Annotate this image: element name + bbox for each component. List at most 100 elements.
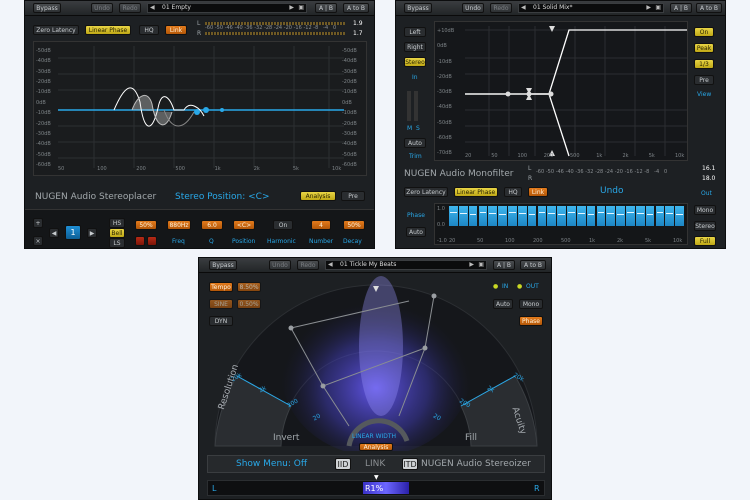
- preset-menu-icon[interactable]: ▣: [655, 4, 661, 12]
- a-to-b-button[interactable]: A to B: [696, 3, 722, 13]
- left-button[interactable]: Left: [404, 27, 426, 37]
- mono-button[interactable]: Mono: [694, 205, 716, 215]
- freq-tick: 2k: [253, 166, 260, 172]
- freq-value[interactable]: 880Hz: [167, 220, 191, 230]
- undo-button[interactable]: Undo: [462, 3, 484, 13]
- phase-freq-tick: 500: [561, 238, 571, 244]
- ls-button[interactable]: LS: [109, 238, 125, 248]
- a-to-b-button[interactable]: A to B: [520, 260, 546, 270]
- redo-button[interactable]: Redo: [490, 3, 512, 13]
- balance-value: R1%: [365, 484, 384, 493]
- on-button[interactable]: On: [694, 27, 714, 37]
- phase-freq-tick: 50: [477, 238, 484, 244]
- amount-value[interactable]: 50%: [135, 220, 157, 230]
- auto-trim-button[interactable]: Auto: [404, 138, 426, 148]
- preset-prev-icon[interactable]: ◀: [150, 4, 155, 12]
- preset-next-icon[interactable]: ▶: [289, 4, 294, 12]
- ab-button[interactable]: A | B: [670, 3, 692, 13]
- third-octave-button[interactable]: 1/3: [694, 59, 714, 69]
- phase-bar-tick: [499, 214, 506, 215]
- bypass-button[interactable]: Bypass: [33, 3, 61, 13]
- input-meter: [407, 91, 411, 121]
- phase-bar-tick: [489, 213, 497, 214]
- eq-graph[interactable]: -50dB -40dB -30dB -20dB -10dB 0dB -10dB -20dB -3…: [33, 41, 367, 176]
- stereo-button[interactable]: Stereo: [404, 57, 426, 67]
- number-value[interactable]: 4: [311, 220, 331, 230]
- link-button[interactable]: Link: [165, 25, 187, 35]
- phase-freq-tick: 2k: [617, 238, 624, 244]
- bell-button[interactable]: Bell: [109, 228, 125, 238]
- fill-label[interactable]: Fill: [465, 433, 477, 443]
- band-controls: + × ◀ 1 ▶ HS Bell LS 50% 880Hz Freq 6.0 …: [25, 209, 374, 248]
- invert-label[interactable]: Invert: [273, 433, 299, 443]
- phase-bars: [449, 206, 685, 228]
- band-number[interactable]: 1: [65, 225, 81, 240]
- stereo-out-button[interactable]: Stereo: [694, 221, 716, 231]
- mono-graph[interactable]: +10dB 0dB -10dB -20dB -30dB -40dB -50dB -60dB -7…: [434, 21, 688, 161]
- iid-button[interactable]: IID: [335, 458, 351, 470]
- s-label: S: [416, 125, 420, 132]
- freq-tick: 500: [175, 166, 185, 172]
- balance-marker-icon: ▼: [374, 474, 379, 481]
- preset-menu-icon[interactable]: ▣: [298, 4, 304, 12]
- phase-auto-button[interactable]: Auto: [406, 227, 426, 237]
- preset-prev-icon[interactable]: ◀: [328, 261, 333, 269]
- preset-menu-icon[interactable]: ▣: [478, 261, 484, 269]
- add-band-button[interactable]: +: [33, 218, 43, 228]
- amount-left-button[interactable]: [135, 236, 145, 246]
- decay-value[interactable]: 50%: [343, 220, 365, 230]
- peak-button[interactable]: Peak: [694, 43, 714, 53]
- phase-tick: 1.0: [437, 206, 445, 212]
- redo-button[interactable]: Redo: [297, 260, 319, 270]
- hq-button[interactable]: HQ: [504, 187, 522, 197]
- phase-bar: [527, 206, 537, 226]
- position-value[interactable]: <C>: [233, 220, 255, 230]
- show-menu-toggle[interactable]: Show Menu: Off: [236, 459, 307, 469]
- arc-tick-right: 20: [431, 412, 442, 423]
- next-band-button[interactable]: ▶: [87, 228, 97, 238]
- meter-tick: -24: [273, 25, 283, 31]
- link-toggle[interactable]: LINK: [365, 459, 385, 469]
- full-button[interactable]: Full: [694, 236, 716, 246]
- undo-button[interactable]: Undo: [91, 3, 113, 13]
- preset-next-icon[interactable]: ▶: [469, 261, 474, 269]
- harmonic-value[interactable]: On: [273, 220, 293, 230]
- right-button[interactable]: Right: [404, 42, 426, 52]
- delete-band-button[interactable]: ×: [33, 236, 43, 246]
- zero-latency-button[interactable]: Zero Latency: [404, 187, 448, 197]
- analysis-button[interactable]: Analysis: [300, 191, 336, 201]
- phase-bar: [635, 206, 645, 226]
- phase-freq-tick: 100: [505, 238, 515, 244]
- zero-latency-button[interactable]: Zero Latency: [33, 25, 79, 35]
- bypass-button[interactable]: Bypass: [404, 3, 432, 13]
- preset-selector[interactable]: ◀ 01 Solid Mix* ▶ ▣: [518, 3, 664, 13]
- link-button[interactable]: Link: [528, 187, 548, 197]
- q-value[interactable]: 6.0: [201, 220, 223, 230]
- undo-button[interactable]: Undo: [269, 260, 291, 270]
- undo-title: Undo: [600, 186, 624, 196]
- preset-selector[interactable]: ◀ 01 Empty ▶ ▣: [147, 3, 307, 13]
- pre-button[interactable]: Pre: [341, 191, 365, 201]
- phase-bar: [665, 206, 675, 226]
- itd-button[interactable]: ITD: [402, 458, 418, 470]
- hs-button[interactable]: HS: [109, 218, 125, 228]
- preset-selector[interactable]: ◀ 01 Tickle My Beats ▶ ▣: [325, 260, 487, 270]
- redo-button[interactable]: Redo: [119, 3, 141, 13]
- preset-prev-icon[interactable]: ◀: [521, 4, 526, 12]
- linear-phase-button[interactable]: Linear Phase: [454, 187, 498, 197]
- bypass-button[interactable]: Bypass: [209, 260, 237, 270]
- preset-next-icon[interactable]: ▶: [646, 4, 651, 12]
- pre-button[interactable]: Pre: [694, 75, 714, 85]
- a-to-b-button[interactable]: A to B: [343, 3, 369, 13]
- balance-bar[interactable]: L R1% ▼ R: [207, 474, 545, 496]
- ab-button[interactable]: A | B: [493, 260, 515, 270]
- preset-name: 01 Solid Mix*: [533, 4, 573, 11]
- prev-band-button[interactable]: ◀: [49, 228, 59, 238]
- hq-button[interactable]: HQ: [139, 25, 159, 35]
- ab-button[interactable]: A | B: [315, 3, 337, 13]
- freq-tick: 5k: [292, 166, 299, 172]
- linear-phase-button[interactable]: Linear Phase: [85, 25, 131, 35]
- analysis-button[interactable]: Analysis: [359, 443, 393, 451]
- amount-right-button[interactable]: [147, 236, 157, 246]
- q-label: Q: [209, 238, 214, 245]
